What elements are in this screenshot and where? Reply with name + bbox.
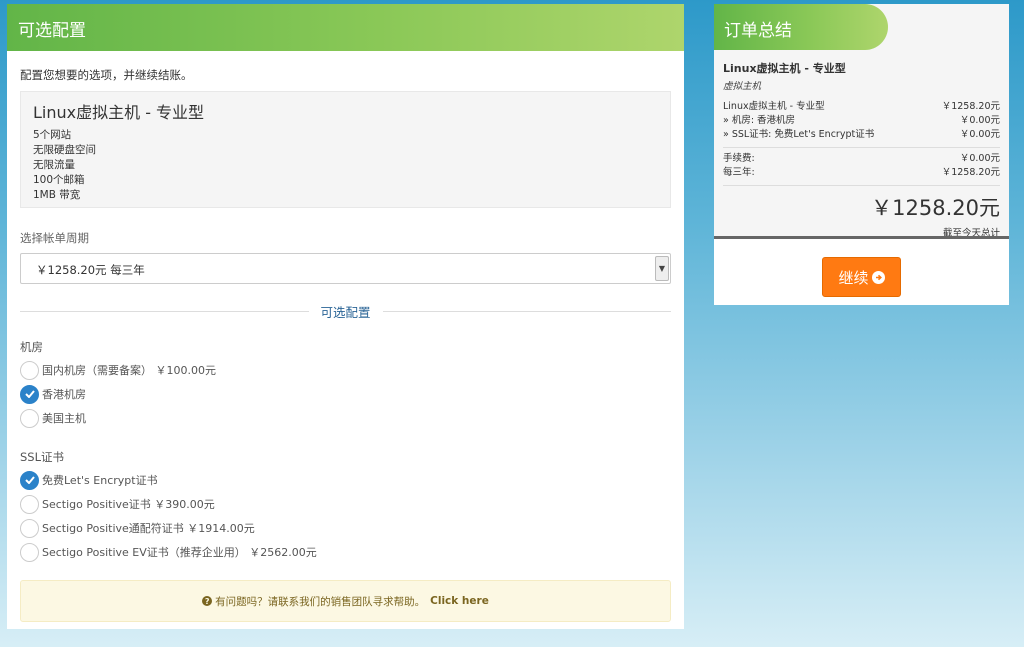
- configure-panel: 可选配置 配置您想要的选项，并继续结账。 Linux虚拟主机 - 专业型 5个网…: [7, 4, 684, 629]
- chevron-down-icon[interactable]: ▼: [655, 256, 669, 281]
- option-label: Sectigo Positive通配符证书 ￥1914.00元: [42, 522, 255, 535]
- radio-checked-icon[interactable]: [20, 384, 39, 404]
- radio-unchecked-icon[interactable]: [20, 360, 39, 380]
- ssl-option[interactable]: Sectigo Positive证书 ￥390.00元: [20, 492, 671, 516]
- help-link[interactable]: Click here: [430, 595, 489, 607]
- summary-line: » SSL证书: 免费Let's Encrypt证书 ￥0.00元: [723, 128, 1000, 142]
- billing-cycle-select[interactable]: ￥1258.20元 每三年 ▼: [20, 253, 671, 284]
- summary-product-group: 虚拟主机: [723, 81, 762, 92]
- summary-line-label: » SSL证书: 免费Let's Encrypt证书: [723, 129, 875, 140]
- product-feature: 无限流量: [33, 159, 75, 171]
- option-label: 免费Let's Encrypt证书: [42, 474, 158, 487]
- ssl-option[interactable]: Sectigo Positive EV证书（推荐企业用） ￥2562.00元: [20, 540, 671, 564]
- continue-label: 继续: [838, 268, 869, 287]
- radio-unchecked-icon[interactable]: [20, 542, 39, 562]
- recurring-value: ￥1258.20元: [941, 167, 1000, 178]
- datacenter-option[interactable]: 美国主机: [20, 406, 671, 430]
- summary-line: Linux虚拟主机 - 专业型 ￥1258.20元: [723, 100, 1000, 114]
- order-summary-panel: 订单总结 Linux虚拟主机 - 专业型 虚拟主机 Linux虚拟主机 - 专业…: [714, 4, 1009, 305]
- summary-fee-line: 手续费: ￥0.00元: [723, 152, 1000, 166]
- ssl-option[interactable]: 免费Let's Encrypt证书: [20, 468, 671, 492]
- product-name: Linux虚拟主机 - 专业型: [33, 103, 205, 122]
- datacenter-option[interactable]: 国内机房（需要备案） ￥100.00元: [20, 358, 671, 382]
- datacenter-option[interactable]: 香港机房: [20, 382, 671, 406]
- summary-line-label: Linux虚拟主机 - 专业型: [723, 101, 825, 112]
- radio-unchecked-icon[interactable]: [20, 494, 39, 514]
- summary-divider: [723, 185, 1000, 186]
- product-feature: 1MB 带宽: [33, 189, 81, 201]
- summary-line-value: ￥0.00元: [959, 129, 1000, 140]
- radio-checked-icon[interactable]: [20, 470, 39, 490]
- help-alert: ? 有问题吗？请联系我们的销售团队寻求帮助。 Click here: [20, 580, 671, 622]
- product-feature: 100个邮箱: [33, 174, 85, 186]
- recurring-label: 每三年:: [723, 167, 755, 178]
- option-label: 美国主机: [42, 412, 86, 425]
- billing-cycle-value: ￥1258.20元 每三年: [36, 263, 145, 277]
- summary-line: » 机房: 香港机房 ￥0.00元: [723, 114, 1000, 128]
- total-due-amount: ￥1258.20元: [871, 196, 1000, 220]
- summary-recurring-line: 每三年: ￥1258.20元: [723, 166, 1000, 180]
- ssl-group-label: SSL证书: [20, 450, 65, 464]
- product-feature: 无限硬盘空间: [33, 144, 96, 156]
- configurable-options-divider: 可选配置: [20, 302, 671, 321]
- datacenter-group-label: 机房: [20, 340, 43, 354]
- intro-text: 配置您想要的选项，并继续结账。: [20, 68, 193, 82]
- product-feature: 5个网站: [33, 129, 72, 141]
- billing-cycle-label: 选择帐单周期: [20, 231, 89, 245]
- option-label: Sectigo Positive EV证书（推荐企业用） ￥2562.00元: [42, 546, 317, 559]
- fee-label: 手续费:: [723, 153, 755, 164]
- product-info-box: Linux虚拟主机 - 专业型 5个网站 无限硬盘空间 无限流量 100个邮箱 …: [20, 91, 671, 208]
- configurable-options-title: 可选配置: [308, 302, 383, 321]
- continue-button[interactable]: 继续: [822, 257, 901, 297]
- summary-divider: [723, 147, 1000, 148]
- option-label: Sectigo Positive证书 ￥390.00元: [42, 498, 215, 511]
- ssl-option[interactable]: Sectigo Positive通配符证书 ￥1914.00元: [20, 516, 671, 540]
- radio-unchecked-icon[interactable]: [20, 408, 39, 428]
- arrow-right-circle-icon: [871, 270, 885, 284]
- help-text: 有问题吗？请联系我们的销售团队寻求帮助。: [215, 595, 426, 608]
- summary-product-name: Linux虚拟主机 - 专业型: [723, 62, 846, 75]
- summary-line-label: » 机房: 香港机房: [723, 115, 796, 126]
- summary-line-value: ￥1258.20元: [941, 101, 1000, 112]
- summary-line-value: ￥0.00元: [959, 115, 1000, 126]
- order-summary-header: 订单总结: [714, 4, 888, 50]
- configure-header: 可选配置: [7, 4, 684, 51]
- option-label: 国内机房（需要备案） ￥100.00元: [42, 364, 216, 377]
- question-icon: ?: [202, 596, 213, 606]
- summary-bottom-border: [714, 236, 1009, 239]
- option-label: 香港机房: [42, 388, 86, 401]
- fee-value: ￥0.00元: [959, 153, 1000, 164]
- order-summary-box: 订单总结 Linux虚拟主机 - 专业型 虚拟主机 Linux虚拟主机 - 专业…: [714, 4, 1009, 239]
- radio-unchecked-icon[interactable]: [20, 518, 39, 538]
